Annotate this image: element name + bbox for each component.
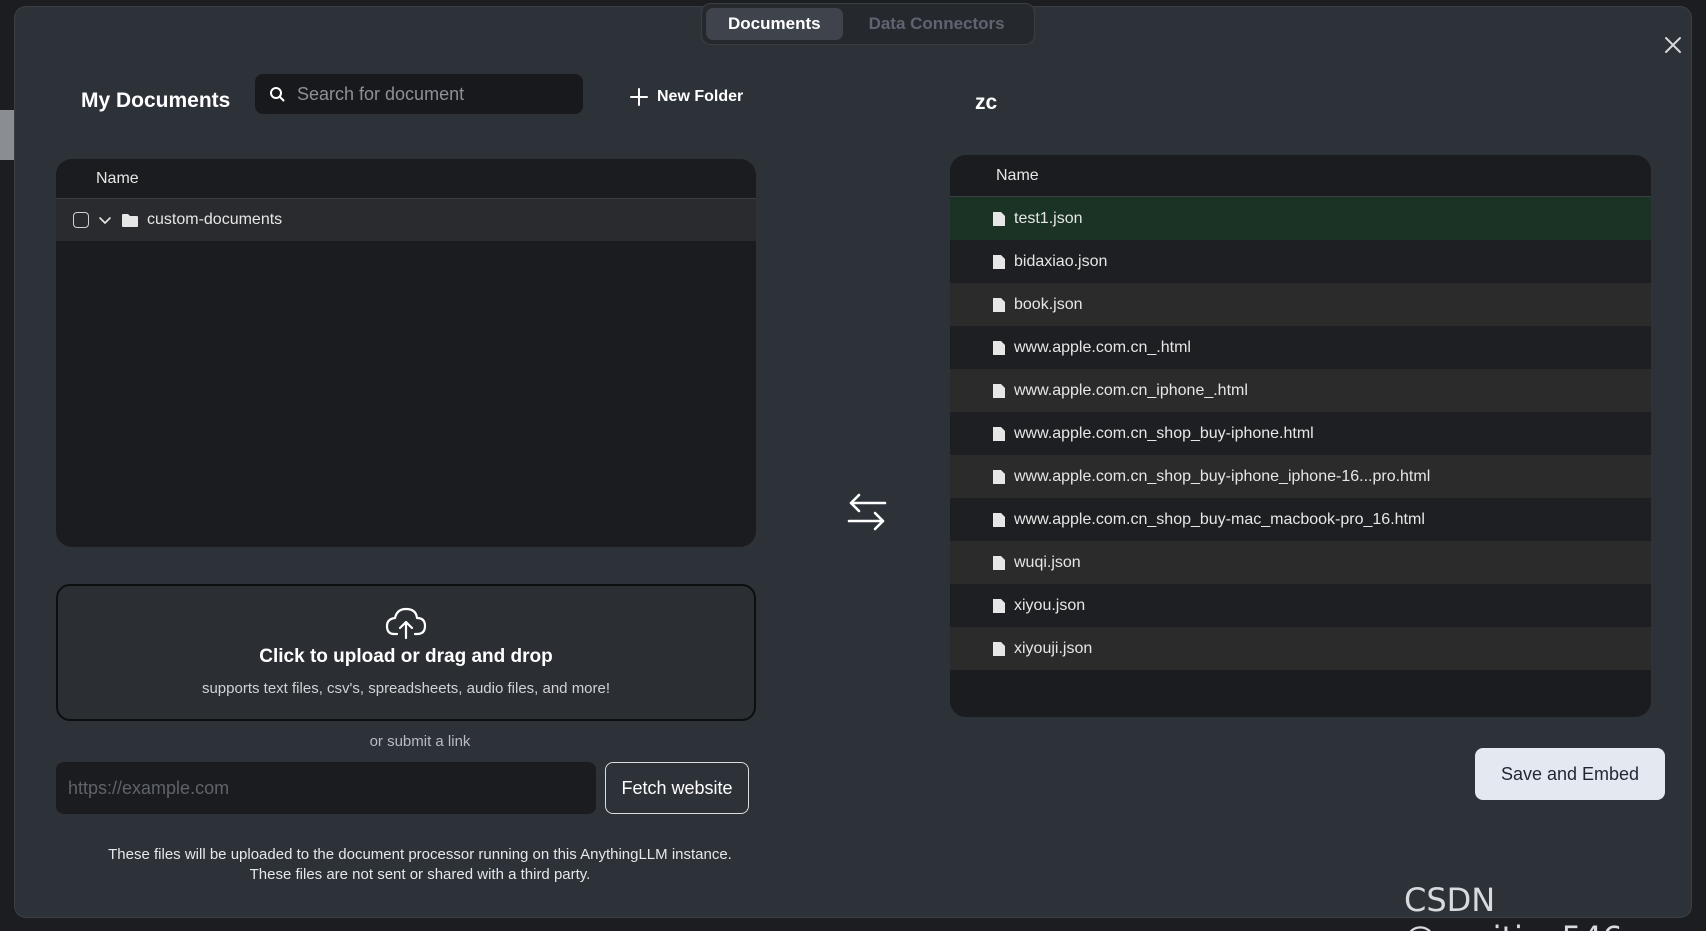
file-row[interactable]: xiyou.json xyxy=(950,584,1651,627)
workspace-documents-panel: Name test1.json bidaxiao.json book.json www… xyxy=(950,155,1651,717)
or-submit-link-label: or submit a link xyxy=(369,733,471,750)
save-and-embed-button[interactable]: Save and Embed xyxy=(1475,748,1665,800)
upload-dropzone[interactable]: Click to upload or drag and drop support… xyxy=(56,584,756,721)
file-icon xyxy=(993,211,1005,226)
file-name: xiyouji.json xyxy=(1014,639,1093,657)
footnote-line-1: These files will be uploaded to the docu… xyxy=(108,846,732,863)
workspace-name: zc xyxy=(975,91,998,114)
file-name: bidaxiao.json xyxy=(1014,252,1108,270)
cloud-upload-icon xyxy=(385,607,427,640)
plus-icon xyxy=(630,88,648,106)
folder-checkbox[interactable] xyxy=(73,212,89,228)
file-icon xyxy=(993,254,1005,269)
file-icon xyxy=(993,383,1005,398)
file-icon xyxy=(993,641,1005,656)
background-element xyxy=(0,110,14,160)
footnote-line-2: These files are not sent or shared with … xyxy=(249,866,591,883)
file-name: xiyou.json xyxy=(1014,596,1086,614)
file-name: wuqi.json xyxy=(1014,553,1081,571)
file-icon xyxy=(993,469,1005,484)
page-title: My Documents xyxy=(81,89,231,112)
watermark: CSDN @positive546 xyxy=(1404,881,1623,931)
file-row[interactable]: www.apple.com.cn_shop_buy-iphone_iphone-… xyxy=(950,455,1651,498)
search-icon xyxy=(270,87,285,102)
file-name: www.apple.com.cn_shop_buy-iphone_iphone-… xyxy=(1014,467,1431,485)
file-row[interactable]: test1.json xyxy=(950,197,1651,240)
close-button[interactable] xyxy=(1659,31,1687,59)
file-icon xyxy=(993,512,1005,527)
column-header-name: Name xyxy=(950,155,1651,197)
file-row[interactable]: www.apple.com.cn_shop_buy-iphone.html xyxy=(950,412,1651,455)
folder-name: custom-documents xyxy=(147,211,283,228)
file-row[interactable]: xiyouji.json xyxy=(950,627,1651,670)
document-search xyxy=(255,74,583,114)
file-icon xyxy=(993,555,1005,570)
file-icon xyxy=(993,297,1005,312)
file-row[interactable]: www.apple.com.cn_.html xyxy=(950,326,1651,369)
upload-title: Click to upload or drag and drop xyxy=(259,646,553,667)
file-icon xyxy=(993,340,1005,355)
upload-subtitle: supports text files, csv's, spreadsheets… xyxy=(201,680,611,697)
tab-documents[interactable]: Documents xyxy=(706,8,843,40)
file-row[interactable]: www.apple.com.cn_shop_buy-mac_macbook-pr… xyxy=(950,498,1651,541)
file-name: www.apple.com.cn_shop_buy-iphone.html xyxy=(1014,424,1314,442)
file-name: www.apple.com.cn_iphone_.html xyxy=(1014,381,1248,399)
folder-row[interactable]: custom-documents xyxy=(56,199,756,241)
file-name: www.apple.com.cn_.html xyxy=(1014,338,1191,356)
file-name: book.json xyxy=(1014,295,1083,313)
search-input[interactable] xyxy=(297,83,567,105)
column-header-name: Name xyxy=(56,159,756,199)
chevron-down-icon[interactable] xyxy=(97,212,113,228)
file-row[interactable]: bidaxiao.json xyxy=(950,240,1651,283)
tab-data-connectors[interactable]: Data Connectors xyxy=(847,8,1027,40)
document-manager-modal: Documents Data Connectors My Documents N… xyxy=(14,3,1692,918)
folder-icon xyxy=(122,214,138,227)
file-row[interactable]: book.json xyxy=(950,283,1651,326)
file-name: www.apple.com.cn_shop_buy-mac_macbook-pr… xyxy=(1014,510,1425,528)
url-input[interactable] xyxy=(56,762,596,814)
file-row[interactable]: www.apple.com.cn_iphone_.html xyxy=(950,369,1651,412)
file-row[interactable]: wuqi.json xyxy=(950,541,1651,584)
new-folder-label: New Folder xyxy=(657,88,744,105)
my-documents-panel: Name custom-documents xyxy=(56,159,756,547)
swap-arrows-icon xyxy=(845,489,889,533)
close-icon xyxy=(1665,37,1681,53)
upload-footnote: These files will be uploaded to the docu… xyxy=(15,845,825,885)
file-name: test1.json xyxy=(1014,209,1083,227)
file-list: test1.json bidaxiao.json book.json www.appl… xyxy=(950,197,1651,670)
tab-bar: Documents Data Connectors xyxy=(701,3,1035,45)
file-icon xyxy=(993,426,1005,441)
fetch-website-button[interactable]: Fetch website xyxy=(605,762,749,814)
new-folder-button[interactable]: New Folder xyxy=(629,87,743,107)
file-icon xyxy=(993,598,1005,613)
